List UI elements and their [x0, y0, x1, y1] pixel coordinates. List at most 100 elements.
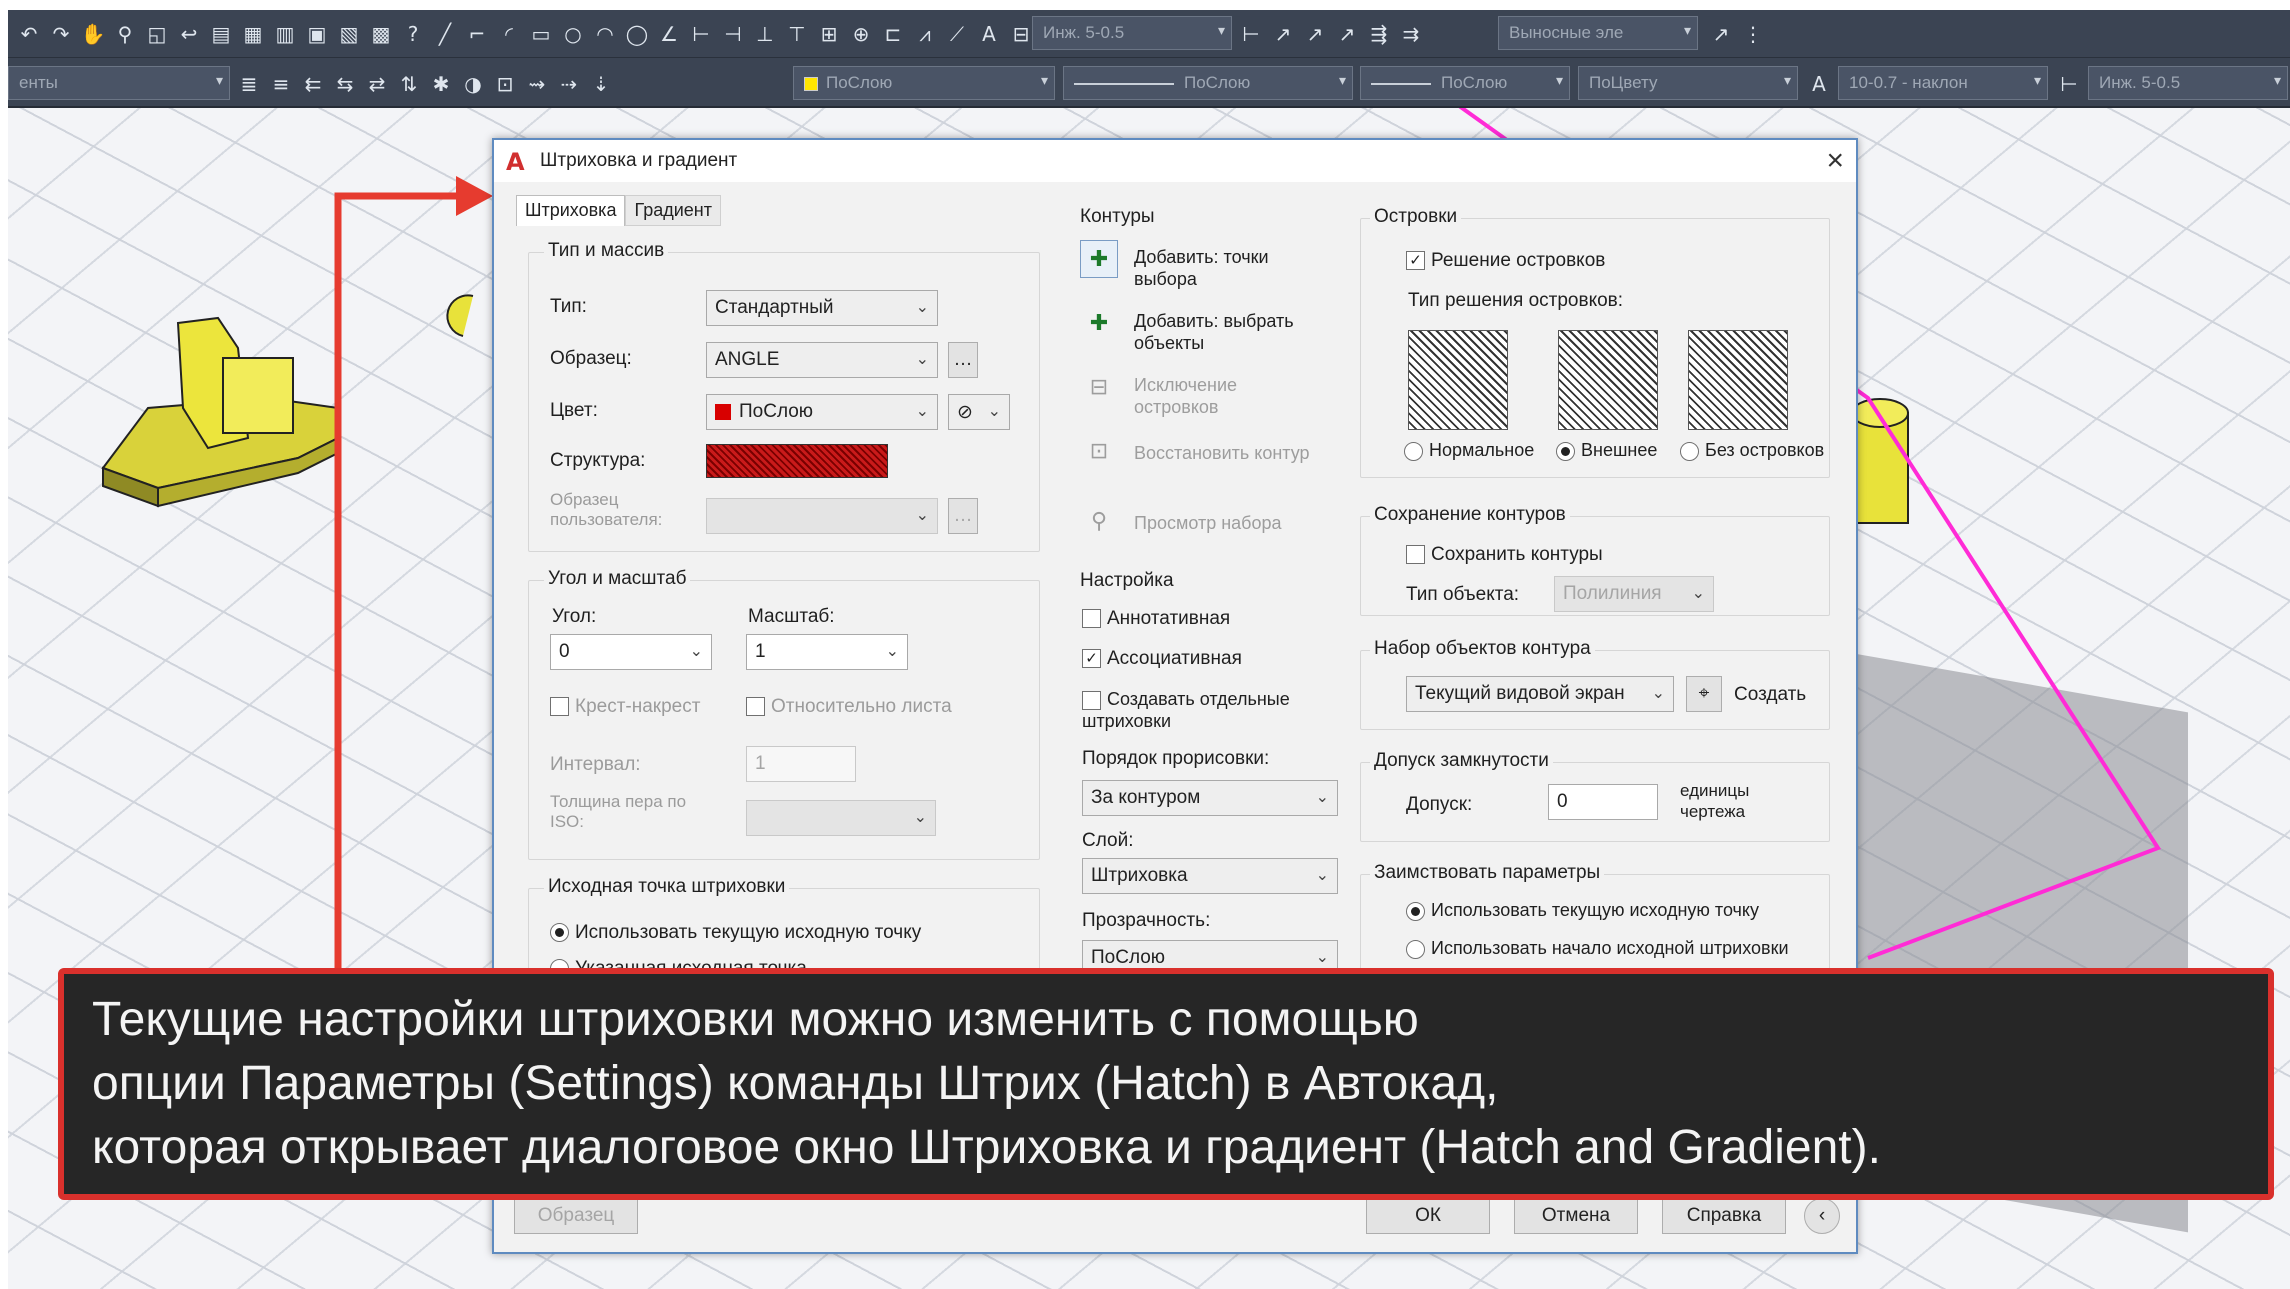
design-center-icon[interactable]: ▦: [240, 21, 266, 47]
normal-island-option[interactable]: Нормальное: [1404, 440, 1534, 461]
annotative-option[interactable]: Аннотативная: [1082, 608, 1230, 630]
text-style-combo[interactable]: Инж. 5-0.5 ▾: [1032, 16, 1232, 50]
circle-icon[interactable]: ○: [560, 21, 586, 47]
tool-palettes-icon[interactable]: ▥: [272, 21, 298, 47]
tab-hatch[interactable]: Штриховка: [516, 195, 626, 226]
layer-walk-icon[interactable]: ⇝: [524, 71, 550, 97]
dimension-style-combo[interactable]: Инж. 5-0.5 ▾: [2088, 66, 2288, 100]
iso-pen-combo[interactable]: ⌄: [746, 800, 936, 836]
associative-option[interactable]: ✓ Ассоциативная: [1082, 648, 1242, 670]
angle-combo[interactable]: 0 ⌄: [550, 634, 712, 670]
add-select-objects-button[interactable]: ✚: [1080, 304, 1118, 342]
outer-island-option[interactable]: Внешнее: [1556, 440, 1657, 461]
ignore-island-preview[interactable]: [1688, 330, 1788, 430]
jogged-icon[interactable]: ⩘: [912, 21, 938, 47]
spacing-input[interactable]: 1: [746, 746, 856, 782]
custom-pattern-combo[interactable]: ⌄: [706, 498, 938, 534]
preview-button[interactable]: Образец: [514, 1198, 638, 1234]
workspace-combo[interactable]: енты ▾: [8, 66, 230, 100]
layer-states-icon[interactable]: ≡: [268, 71, 294, 97]
annotative-checkbox[interactable]: [1082, 609, 1101, 629]
dimension-linear-icon[interactable]: ⊢: [688, 21, 714, 47]
relative-checkbox[interactable]: [746, 697, 765, 717]
swatch-preview[interactable]: [706, 444, 888, 478]
dimension-style-icon[interactable]: ⊢: [1238, 21, 1264, 47]
retain-boundaries-option[interactable]: Сохранить контуры: [1406, 544, 1603, 566]
inherit-current-origin-radio[interactable]: [1406, 901, 1425, 921]
layer-freeze-icon[interactable]: ✱: [428, 71, 454, 97]
cross-option[interactable]: Крест-накрест: [550, 696, 700, 718]
plot-style-combo[interactable]: ПоЦвету ▾: [1578, 66, 1798, 100]
dimension-continue-icon[interactable]: ⊤: [784, 21, 810, 47]
arc-icon[interactable]: ◜: [496, 21, 522, 47]
zoom-window-icon[interactable]: ◱: [144, 21, 170, 47]
object-type-combo[interactable]: Полилиния ⌄: [1554, 576, 1714, 612]
layer-off-icon[interactable]: ◑: [460, 71, 486, 97]
linetype-combo[interactable]: ПоСлою ▾: [1063, 66, 1353, 100]
pattern-browse-button[interactable]: …: [948, 342, 978, 378]
ignore-island-option[interactable]: Без островков: [1680, 440, 1824, 461]
background-color-combo[interactable]: ⊘ ⌄: [948, 394, 1010, 430]
custom-browse-button[interactable]: …: [948, 498, 978, 534]
layer-match-icon[interactable]: ⇆: [332, 71, 358, 97]
color-combo[interactable]: ПоСлою ▾: [793, 66, 1055, 100]
normal-island-preview[interactable]: [1408, 330, 1508, 430]
add-leader-icon[interactable]: ↗: [1302, 21, 1328, 47]
draw-order-combo[interactable]: За контуром ⌄: [1082, 780, 1338, 816]
dimension-baseline-icon[interactable]: ⊥: [752, 21, 778, 47]
table-icon[interactable]: ⊟: [1008, 21, 1034, 47]
line-icon[interactable]: ╱: [432, 21, 458, 47]
type-combo[interactable]: Стандартный ⌄: [706, 290, 938, 326]
calculator-icon[interactable]: ▩: [368, 21, 394, 47]
layer-merge-icon[interactable]: ⇢: [556, 71, 582, 97]
dim-break-icon[interactable]: ⊏: [880, 21, 906, 47]
normal-island-radio[interactable]: [1404, 441, 1423, 461]
new-boundary-set-button[interactable]: ⌖: [1686, 676, 1722, 712]
zoom-icon[interactable]: ⚲: [112, 21, 138, 47]
layer-properties-icon[interactable]: ≣: [236, 71, 262, 97]
remove-islands-button[interactable]: ⊟: [1080, 368, 1118, 406]
text-icon[interactable]: A: [976, 21, 1002, 47]
align-leaders-icon[interactable]: ⇶: [1366, 21, 1392, 47]
boundary-set-combo[interactable]: Текущий видовой экран ⌄: [1406, 676, 1674, 712]
relative-option[interactable]: Относительно листа: [746, 696, 952, 718]
undo-icon[interactable]: ↶: [16, 21, 42, 47]
close-icon[interactable]: ×: [1826, 144, 1844, 178]
add-pick-points-button[interactable]: ✚: [1080, 240, 1118, 278]
associative-checkbox[interactable]: ✓: [1082, 649, 1101, 669]
island-detection-checkbox[interactable]: ✓: [1406, 251, 1425, 271]
island-detection-option[interactable]: ✓ Решение островков: [1406, 250, 1605, 272]
inherit-source-origin-radio[interactable]: [1406, 939, 1425, 959]
leader-icon[interactable]: ⟋: [944, 21, 970, 47]
more-icon[interactable]: ⋮: [1740, 21, 1766, 47]
zoom-previous-icon[interactable]: ↩: [176, 21, 202, 47]
retain-boundaries-checkbox[interactable]: [1406, 545, 1425, 565]
outer-island-preview[interactable]: [1558, 330, 1658, 430]
dimension-aligned-icon[interactable]: ⊣: [720, 21, 746, 47]
ellipse-icon[interactable]: ◯: [624, 21, 650, 47]
text-style-combo-2[interactable]: 10-0.7 - наклон ▾: [1838, 66, 2048, 100]
pattern-combo[interactable]: ANGLE ⌄: [706, 342, 938, 378]
text-style-icon[interactable]: A: [1806, 71, 1832, 97]
separate-hatches-option[interactable]: Создавать отдельные штриховки: [1082, 688, 1322, 732]
multileader-style-icon[interactable]: ↗: [1708, 21, 1734, 47]
layer-unisolate-icon[interactable]: ⇅: [396, 71, 422, 97]
markup-icon[interactable]: ▧: [336, 21, 362, 47]
layer-lock-icon[interactable]: ⊡: [492, 71, 518, 97]
help-icon[interactable]: ?: [400, 21, 426, 47]
inherit-current-origin-option[interactable]: Использовать текущую исходную точку: [1406, 900, 1759, 921]
view-selections-button[interactable]: ⚲: [1080, 502, 1118, 540]
multileader-icon[interactable]: ↗: [1270, 21, 1296, 47]
revision-cloud-icon[interactable]: ◠: [592, 21, 618, 47]
color-combo[interactable]: ПоСлою ⌄: [706, 394, 938, 430]
help-button[interactable]: Справка: [1662, 1198, 1786, 1234]
multileader-style-combo[interactable]: Выносные эле ▾: [1498, 16, 1698, 50]
recreate-boundary-button[interactable]: ⊡: [1080, 432, 1118, 470]
use-current-origin-radio[interactable]: [550, 923, 569, 943]
ok-button[interactable]: ОК: [1366, 1198, 1490, 1234]
inherit-source-origin-option[interactable]: Использовать начало исходной штриховки: [1406, 938, 1789, 959]
rectangle-icon[interactable]: ▭: [528, 21, 554, 47]
sheet-set-icon[interactable]: ▣: [304, 21, 330, 47]
quick-dimension-icon[interactable]: ⊞: [816, 21, 842, 47]
angle-icon[interactable]: ∠: [656, 21, 682, 47]
